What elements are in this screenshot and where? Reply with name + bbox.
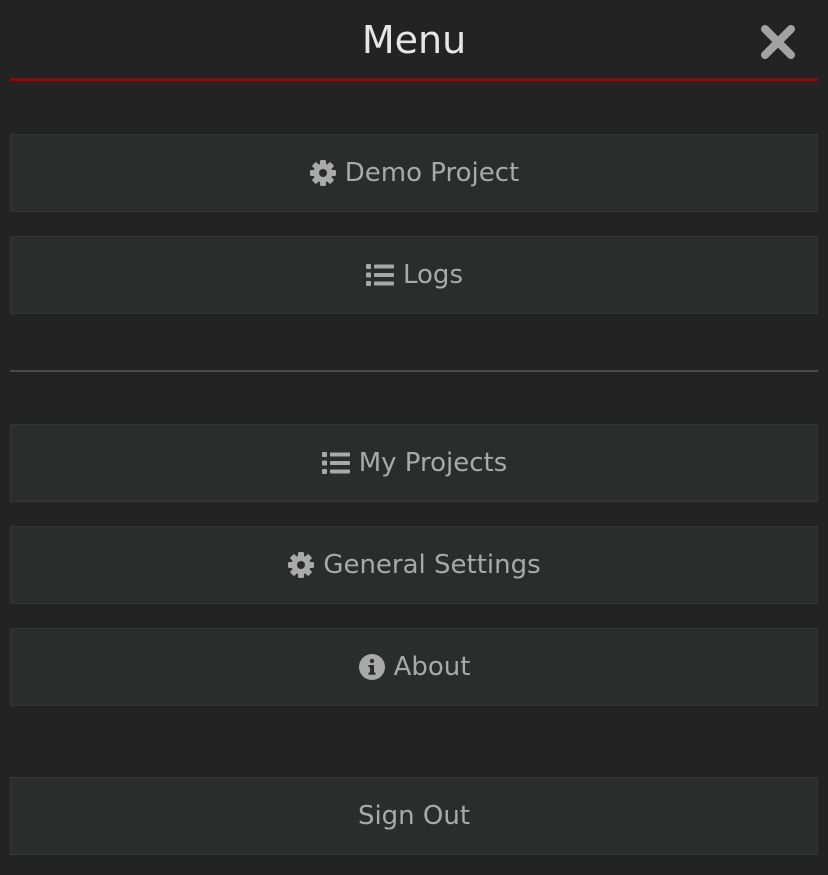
gear-icon [287,551,315,579]
menu-header: Menu [10,0,818,82]
menu-item-general-settings[interactable]: General Settings [10,526,818,604]
close-button[interactable] [758,22,798,62]
close-icon [758,22,798,62]
menu-item-label: My Projects [358,448,508,478]
menu-title: Menu [361,18,467,62]
menu-item-label: About [393,652,471,682]
list-icon [321,450,351,476]
sign-out-button[interactable]: Sign Out [10,777,818,855]
header-accent-rule [10,78,818,81]
menu-item-my-projects[interactable]: My Projects [10,424,818,502]
menu-item-demo-project[interactable]: Demo Project [10,134,818,212]
sign-out-label: Sign Out [357,801,471,831]
menu-item-label: Demo Project [344,158,520,188]
gear-icon [309,159,337,187]
menu-item-label: General Settings [323,550,541,580]
menu-item-label: Logs [403,260,463,290]
menu-item-logs[interactable]: Logs [10,236,818,314]
menu-item-about[interactable]: About [10,628,818,706]
list-icon [365,262,395,288]
section-divider [10,370,818,372]
info-icon [358,653,386,681]
menu-panel: Menu Demo Project Logs My Projects Gener… [0,0,828,875]
